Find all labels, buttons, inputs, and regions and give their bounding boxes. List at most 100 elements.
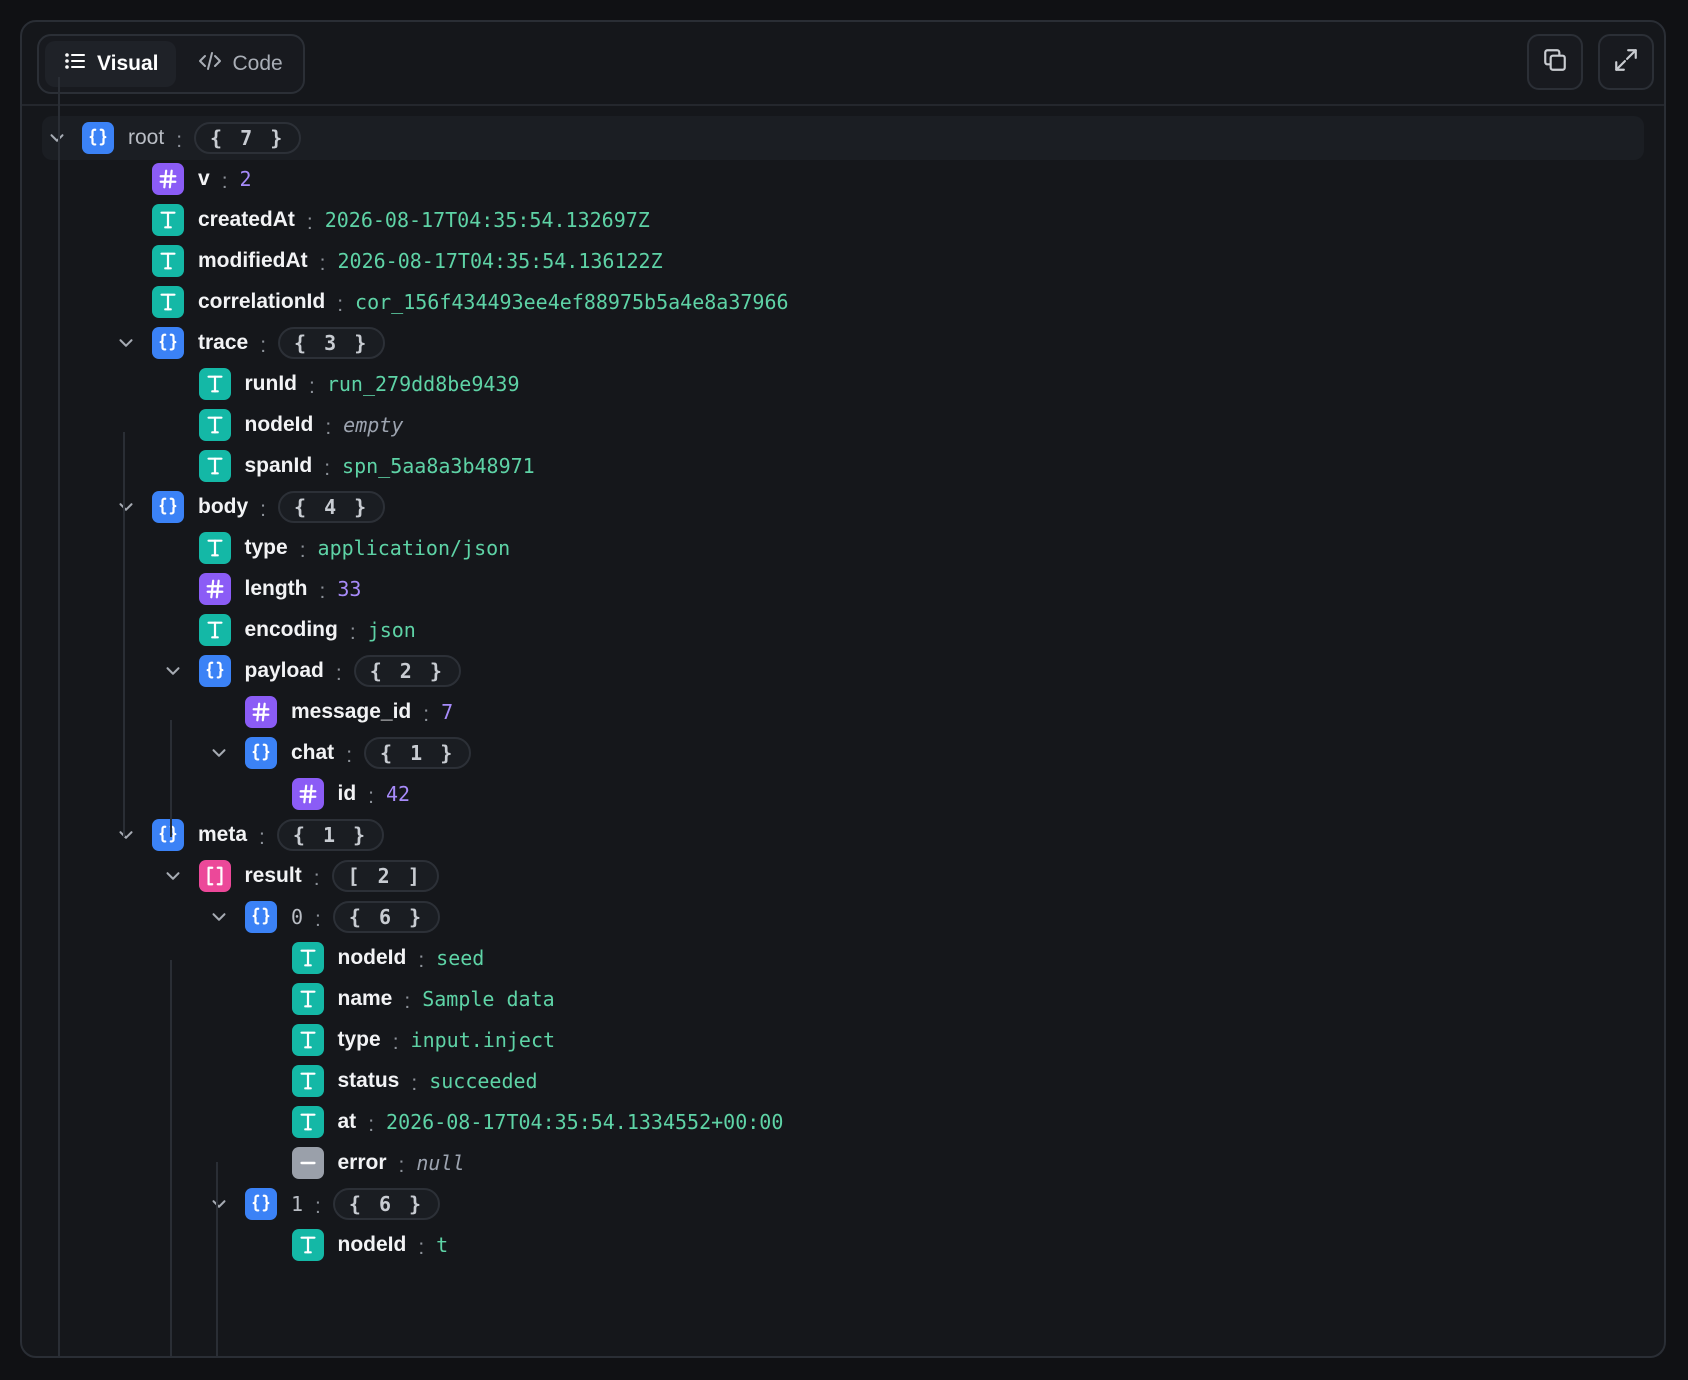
tree-leaf: spanId: spn_5aa8a3b48971: [22, 444, 1664, 488]
tree-leaf: message_id:7: [22, 690, 1664, 734]
braces-icon: [245, 901, 277, 933]
node-label: type: input.inject: [338, 1028, 556, 1054]
tree-leaf: length:33: [22, 567, 1664, 611]
node-key: id: [337, 782, 357, 805]
node-label: meta: { 1 }: [198, 819, 385, 851]
chevron-down-icon[interactable]: [206, 740, 232, 766]
text-type-icon: [291, 1229, 324, 1261]
tree-leaf: id:42: [22, 772, 1664, 816]
separator: :: [335, 662, 342, 685]
copy-button[interactable]: [1527, 34, 1583, 90]
tree-node[interactable]: chat: { 1 }: [22, 731, 1664, 775]
indent-guide: [170, 960, 172, 1356]
indent-guide: [58, 77, 60, 1356]
node-value: 42: [386, 782, 411, 806]
text-type-icon: [291, 1106, 324, 1138]
tab-code[interactable]: Code: [180, 41, 300, 87]
node-label: runId: run_279dd8be9439: [245, 372, 520, 398]
chevron-down-icon[interactable]: [206, 1191, 232, 1217]
tree-leaf: v:2: [22, 157, 1664, 201]
tree-node[interactable]: root: { 7 }: [42, 116, 1644, 160]
node-key: spanId: [244, 454, 313, 477]
node-value: empty: [343, 413, 404, 437]
tree-node[interactable]: result: [ 2 ]: [22, 854, 1664, 898]
hash-icon: [291, 778, 324, 810]
node-label: status: succeeded: [338, 1069, 538, 1095]
tree-leaf: at:2026-08-17T04:35:54.1334552+00:00: [22, 1100, 1664, 1144]
child-count-badge: { 1 }: [276, 819, 385, 851]
child-count-badge: { 1 }: [364, 737, 472, 769]
node-label: at:2026-08-17T04:35:54.1334552+00:00: [337, 1110, 784, 1136]
braces-icon: [198, 655, 231, 687]
braces-icon: [245, 737, 277, 769]
node-value: 2026-08-17T04:35:54.1334552+00:00: [386, 1110, 784, 1134]
hash-icon: [198, 573, 231, 605]
node-key: name: [337, 987, 393, 1010]
separator: :: [346, 744, 353, 767]
tab-visual[interactable]: Visual: [45, 41, 177, 87]
text-type-icon: [198, 409, 231, 441]
braces-icon: [152, 491, 184, 523]
separator: :: [325, 416, 332, 439]
text-type-icon: [152, 245, 184, 277]
child-count-badge: [ 2 ]: [331, 860, 439, 892]
chevron-down-icon[interactable]: [113, 494, 139, 520]
node-key: encoding: [244, 618, 338, 641]
node-key: chat: [291, 741, 335, 764]
braces-icon: [152, 327, 184, 359]
separator: :: [418, 1236, 425, 1259]
node-key: at: [337, 1110, 357, 1133]
node-value: 2: [239, 167, 252, 191]
tab-code-label: Code: [232, 52, 283, 75]
tree-leaf: status: succeeded: [22, 1059, 1664, 1103]
tree-node[interactable]: meta: { 1 }: [22, 813, 1664, 857]
expand-button[interactable]: [1598, 34, 1654, 90]
child-count-badge: { 6 }: [332, 901, 441, 933]
separator: :: [260, 334, 267, 357]
separator: :: [392, 1031, 399, 1054]
chevron-down-icon[interactable]: [206, 904, 232, 930]
separator: :: [313, 867, 320, 890]
node-label: correlationId: cor_156f434493ee4ef88975b5…: [198, 290, 789, 316]
code-icon: [198, 49, 222, 79]
brackets-icon: [198, 860, 231, 892]
node-label: root: { 7 }: [128, 122, 302, 154]
node-label: nodeId: seed: [338, 946, 485, 972]
tree-node[interactable]: trace: { 3 }: [22, 321, 1664, 365]
chevron-down-icon[interactable]: [44, 125, 70, 151]
indent-guide: [216, 1162, 218, 1356]
node-label: v:2: [198, 167, 252, 193]
node-value: 7: [441, 700, 454, 724]
node-key: 1: [291, 1192, 304, 1216]
separator: :: [259, 826, 265, 849]
text-type-icon: [198, 532, 231, 564]
chevron-down-icon[interactable]: [113, 822, 139, 848]
json-viewer-panel: Visual Code root:{ 7 } v:2 createdAt:2026-…: [20, 20, 1666, 1358]
node-label: length:33: [245, 577, 362, 603]
tree-leaf: error: null: [22, 1141, 1664, 1185]
indent-guide: [170, 720, 172, 837]
node-label: encoding: json: [244, 618, 416, 644]
chevron-down-icon[interactable]: [113, 330, 139, 356]
node-key: message_id: [291, 700, 412, 723]
chevron-down-icon[interactable]: [160, 658, 186, 684]
tree-node[interactable]: body: { 4 }: [22, 485, 1664, 529]
separator: :: [176, 129, 183, 152]
node-value: t: [436, 1233, 449, 1257]
tree-leaf: runId: run_279dd8be9439: [22, 362, 1664, 406]
text-type-icon: [152, 204, 184, 236]
separator: :: [299, 539, 306, 562]
tree-node[interactable]: payload: { 2 }: [22, 649, 1664, 693]
tree-node[interactable]: 0: { 6 }: [22, 895, 1664, 939]
node-value: Sample data: [422, 987, 555, 1011]
indent-guide: [123, 432, 125, 837]
expand-icon: [1613, 47, 1639, 78]
minus-icon: [291, 1147, 324, 1179]
chevron-down-icon[interactable]: [160, 863, 186, 889]
node-key: root: [128, 126, 165, 149]
node-label: body: { 4 }: [198, 491, 386, 523]
text-type-icon: [291, 1065, 324, 1097]
node-key: result: [244, 864, 302, 887]
toolbar: Visual Code: [22, 22, 1664, 106]
tree-node[interactable]: 1: { 6 }: [22, 1182, 1664, 1226]
